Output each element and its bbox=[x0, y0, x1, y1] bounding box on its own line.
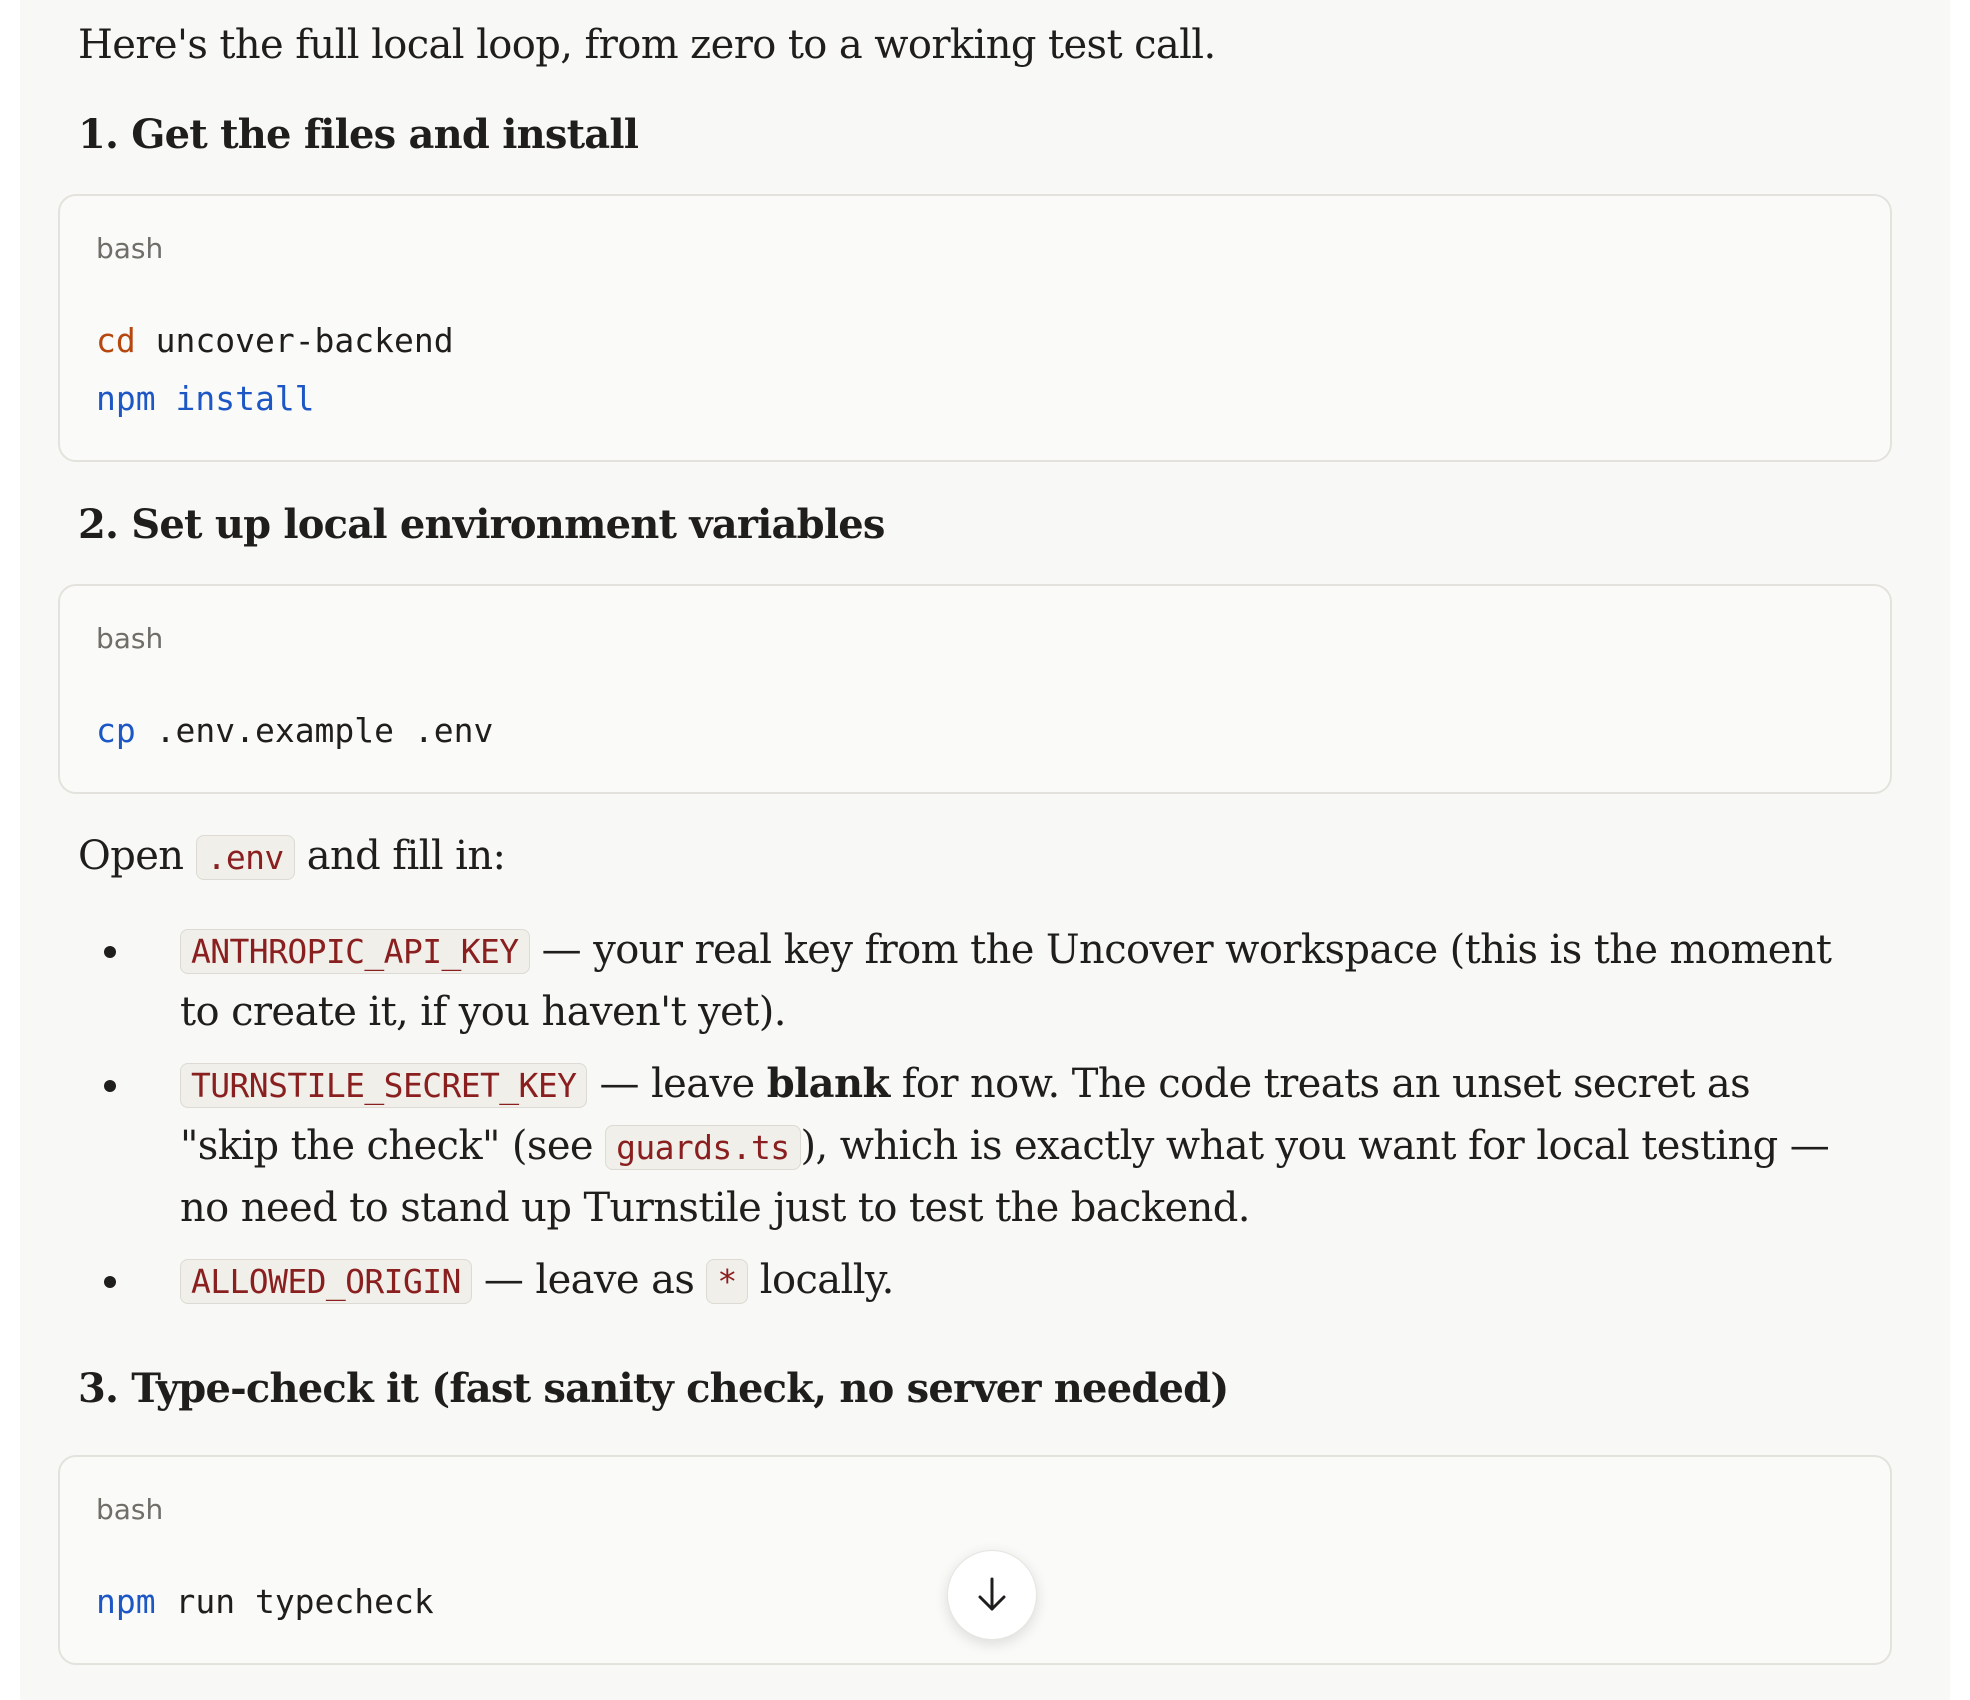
bullet-text: for now. The code treats an unset secret… bbox=[889, 1061, 1751, 1107]
bold-text: blank bbox=[766, 1060, 890, 1107]
bullet-text: no need to stand up Turnstile just to te… bbox=[180, 1185, 1250, 1231]
chat-message-panel: Here's the full local loop, from zero to… bbox=[20, 0, 1950, 1700]
bullet-text: ), which is exactly what you want for lo… bbox=[800, 1123, 1830, 1169]
code-token: install bbox=[155, 379, 315, 418]
code-token: uncover-backend bbox=[135, 321, 454, 360]
bullet-text: "skip the check" (see bbox=[180, 1123, 606, 1169]
code-lines: cp .env.example .env bbox=[96, 702, 493, 760]
inline-code-env: .env bbox=[195, 835, 295, 880]
code-block-step-2: bash cp .env.example .env bbox=[58, 584, 1892, 794]
inline-code-allowed-origin: ALLOWED_ORIGIN bbox=[180, 1259, 472, 1304]
bullet-text: — your real key from the Uncover workspa… bbox=[529, 927, 1832, 973]
open-env-paragraph: Open .env and fill in: bbox=[78, 826, 506, 888]
bullet-icon bbox=[104, 1276, 116, 1288]
open-env-before: Open bbox=[78, 833, 196, 879]
code-lines: npm run typecheck bbox=[96, 1573, 434, 1631]
intro-text: Here's the full local loop, from zero to… bbox=[78, 22, 1216, 68]
env-variable-list: ANTHROPIC_API_KEY — your real key from t… bbox=[78, 920, 1838, 1324]
scroll-to-bottom-button[interactable] bbox=[947, 1550, 1037, 1640]
code-block-step-1: bash cd uncover-backend npm install bbox=[58, 194, 1892, 462]
heading-step-1: 1. Get the files and install bbox=[78, 111, 639, 158]
code-language-label: bash bbox=[96, 622, 164, 655]
code-token: .env.example .env bbox=[135, 711, 494, 750]
code-token: run typecheck bbox=[155, 1582, 434, 1621]
code-language-label: bash bbox=[96, 232, 164, 265]
heading-step-3: 3. Type-check it (fast sanity check, no … bbox=[78, 1365, 1229, 1412]
bullet-text: locally. bbox=[747, 1257, 895, 1303]
code-language-label: bash bbox=[96, 1493, 164, 1526]
code-line: npm install bbox=[96, 370, 454, 428]
bullet-icon bbox=[104, 1080, 116, 1092]
code-token: npm bbox=[96, 379, 156, 418]
bullet-text: — leave bbox=[587, 1061, 767, 1107]
inline-code-turnstile-key: TURNSTILE_SECRET_KEY bbox=[180, 1063, 588, 1108]
bullet-text: to create it, if you haven't yet). bbox=[180, 989, 786, 1035]
inline-code-guards-ts: guards.ts bbox=[605, 1125, 801, 1170]
list-item: TURNSTILE_SECRET_KEY — leave blank for n… bbox=[78, 1054, 1838, 1238]
inline-code-wildcard: * bbox=[706, 1259, 748, 1304]
open-env-after: and fill in: bbox=[294, 833, 506, 879]
arrow-down-icon bbox=[978, 1577, 1006, 1611]
code-token: cd bbox=[96, 321, 136, 360]
code-line: cd uncover-backend bbox=[96, 312, 454, 370]
code-line: npm run typecheck bbox=[96, 1573, 434, 1631]
code-line: cp .env.example .env bbox=[96, 702, 493, 760]
inline-code-anthropic-key: ANTHROPIC_API_KEY bbox=[180, 929, 530, 974]
heading-step-2: 2. Set up local environment variables bbox=[78, 501, 885, 548]
list-item: ANTHROPIC_API_KEY — your real key from t… bbox=[78, 920, 1838, 1042]
code-lines: cd uncover-backend npm install bbox=[96, 312, 454, 428]
bullet-text: — leave as bbox=[471, 1257, 707, 1303]
code-token: cp bbox=[96, 711, 136, 750]
list-item: ALLOWED_ORIGIN — leave as * locally. bbox=[78, 1250, 1838, 1312]
bullet-icon bbox=[104, 946, 116, 958]
code-token: npm bbox=[96, 1582, 156, 1621]
